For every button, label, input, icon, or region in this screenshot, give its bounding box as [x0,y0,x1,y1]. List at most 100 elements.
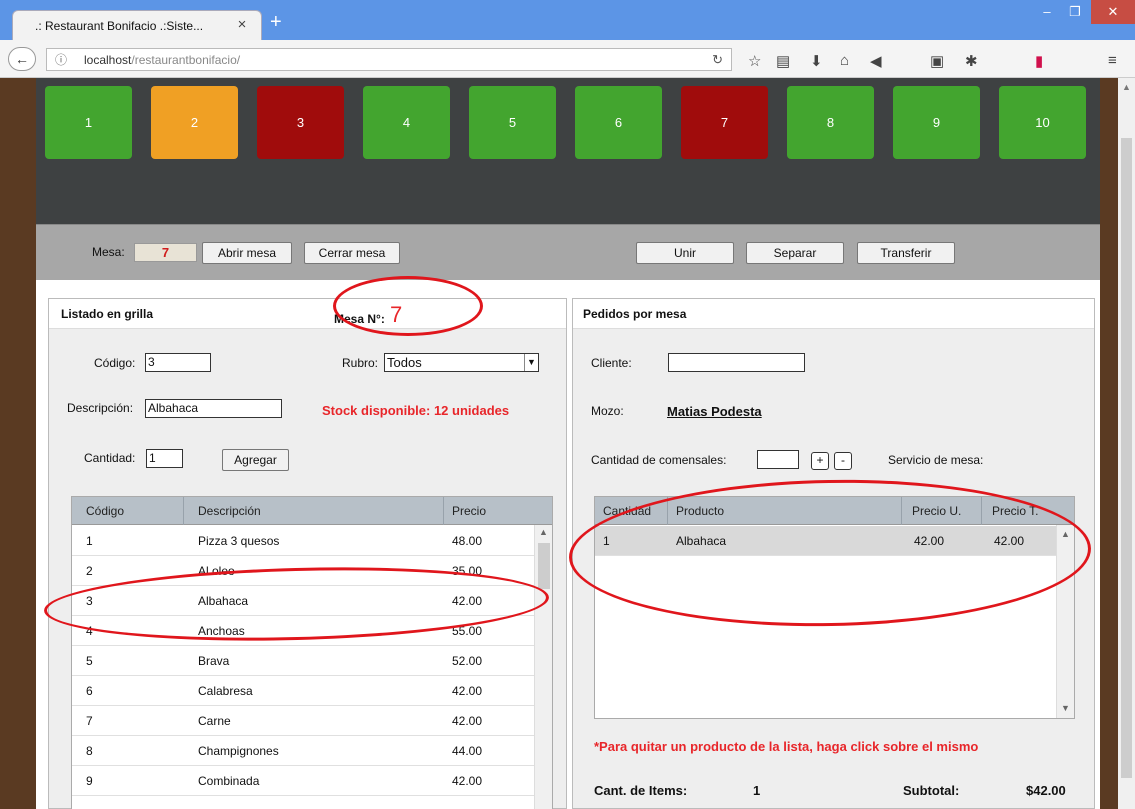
mesa-tile-10[interactable]: 10 [999,86,1086,159]
mesa-label: Mesa: [92,245,125,259]
codigo-cell: 1 [86,534,93,548]
table-row[interactable]: 9 Combinada 42.00 [72,766,534,796]
column-header-precio[interactable]: Precio [444,497,552,525]
precio-cell: 42.00 [452,684,483,698]
mesa-tile-6[interactable]: 6 [575,86,662,159]
page: 1 2 3 4 5 6 7 8 9 10 Mesa: 7 Abrir mesa Cerrar me… [36,78,1100,809]
page-scrollbar[interactable]: ▲ [1118,78,1135,809]
back-arrow-icon[interactable]: ← [8,47,36,71]
mesa-tile-3[interactable]: 3 [257,86,344,159]
quitar-hint: *Para quitar un producto de la lista, ha… [594,739,979,754]
stock-disponible: Stock disponible: 12 unidades [322,403,510,418]
column-header-descripcion[interactable]: Descripción [184,497,444,525]
productos-grid: Código Descripción Precio 1 Pizza 3 queso… [71,496,553,809]
productos-grid-header: Código Descripción Precio [72,497,552,525]
table-row[interactable]: 6 Calabresa 42.00 [72,676,534,706]
close-window-button[interactable]: ✕ [1091,0,1135,24]
items-value: 1 [753,783,761,798]
addon-s-icon[interactable]: ▮ [1035,52,1043,70]
subtotal-label: Subtotal: [903,783,960,798]
plus-button[interactable]: + [811,452,829,470]
mozo-value[interactable]: Matias Podesta [667,404,762,419]
abrir-mesa-button[interactable]: Abrir mesa [202,242,292,264]
mesa-tile-4[interactable]: 4 [363,86,450,159]
subtotal-value: $42.00 [1026,783,1066,798]
mesa-tile-9[interactable]: 9 [893,86,980,159]
page-scroll-up-icon[interactable]: ▲ [1118,82,1135,92]
restore-button[interactable]: ❐ [1061,0,1089,24]
precio-cell: 48.00 [452,534,483,548]
send-icon[interactable]: ◀ [870,52,882,70]
tab-close-icon[interactable]: × [233,16,251,33]
mesa-tile-7[interactable]: 7 [681,86,768,159]
scrollbar-thumb[interactable] [538,543,550,589]
extension-icon[interactable]: ▣ [930,52,944,70]
scroll-up-icon[interactable]: ▲ [535,527,552,537]
unir-button[interactable]: Unir [636,242,734,264]
tab-title: .: Restaurant Bonifacio .:Siste... [35,19,204,33]
descripcion-cell: Carne [198,714,231,728]
transferir-button[interactable]: Transferir [857,242,955,264]
codigo-cell: 9 [86,774,93,788]
rubro-select[interactable]: Todos ▼ [384,353,539,372]
table-row[interactable]: 8 Champignones 44.00 [72,736,534,766]
chevron-down-icon: ▼ [524,354,538,371]
codigo-input[interactable]: 3 [145,353,211,372]
mesa-tile-1[interactable]: 1 [45,86,132,159]
page-scrollbar-thumb[interactable] [1121,138,1132,778]
scroll-down-icon[interactable]: ▼ [1057,703,1074,713]
mesa-number-field[interactable]: 7 [134,243,197,262]
table-row[interactable]: 7 Carne 42.00 [72,706,534,736]
precio-cell: 42.00 [452,774,483,788]
table-row[interactable]: 5 Brava 52.00 [72,646,534,676]
pedidos-header: Pedidos por mesa [573,299,1094,329]
download-icon[interactable]: ⬇ [810,52,823,70]
cliente-input[interactable] [668,353,805,372]
cerrar-mesa-button[interactable]: Cerrar mesa [304,242,400,264]
comensales-label: Cantidad de comensales: [591,453,727,467]
separar-button[interactable]: Separar [746,242,844,264]
url-bar[interactable]: ⓘ localhost/restaurantbonifacio/ ↻ [46,48,732,71]
minus-button[interactable]: - [834,452,852,470]
productos-scrollbar[interactable]: ▲ [534,525,552,809]
control-bar: Mesa: 7 Abrir mesa Cerrar mesa Unir Sepa… [36,224,1100,280]
browser-navbar: ← ⓘ localhost/restaurantbonifacio/ ↻ ☆ ▤… [0,40,1135,78]
codigo-cell: 7 [86,714,93,728]
reload-icon[interactable]: ↻ [712,52,723,68]
codigo-label: Código: [94,356,136,370]
minimize-button[interactable]: – [1033,0,1061,24]
listado-title: Listado en grilla [61,307,154,321]
descripcion-cell: Pizza 3 quesos [198,534,280,548]
descripcion-label: Descripción: [67,401,134,415]
reading-list-icon[interactable]: ▤ [776,52,790,70]
comensales-input[interactable] [757,450,799,469]
mesa-tile-2[interactable]: 2 [151,86,238,159]
descripcion-cell: Combinada [198,774,260,788]
descripcion-cell: Brava [198,654,230,668]
rubro-label: Rubro: [342,356,379,370]
home-icon[interactable]: ⌂ [840,52,849,69]
url-text: localhost/restaurantbonifacio/ [84,53,241,67]
table-row[interactable]: 1 Pizza 3 quesos 48.00 [72,526,534,556]
pedidos-title: Pedidos por mesa [583,307,687,321]
listado-panel: Listado en grilla Mesa N°: 7 Código: 3 R… [48,298,567,809]
items-label: Cant. de Items: [594,783,688,798]
menu-icon[interactable]: ≡ [1108,52,1117,69]
codigo-cell: 6 [86,684,93,698]
browser-tab[interactable]: .: Restaurant Bonifacio .:Siste... × [12,10,262,40]
browser-titlebar: .: Restaurant Bonifacio .:Siste... × + –… [0,0,1135,40]
cantidad-label: Cantidad: [84,451,136,465]
agregar-button[interactable]: Agregar [222,449,289,471]
listado-header: Listado en grilla Mesa N°: 7 [49,299,566,329]
column-header-codigo[interactable]: Código [72,497,184,525]
new-tab-button[interactable]: + [270,11,282,34]
annotation-ellipse-mesa [333,276,483,336]
descripcion-input[interactable]: Albahaca [145,399,282,418]
site-info-icon[interactable]: ⓘ [55,51,67,68]
cantidad-input[interactable]: 1 [146,449,183,468]
descripcion-cell: Champignones [198,744,279,758]
mesa-tile-8[interactable]: 8 [787,86,874,159]
pocket-icon[interactable]: ✱ [965,52,978,70]
mesa-tile-5[interactable]: 5 [469,86,556,159]
bookmark-star-icon[interactable]: ☆ [748,52,761,70]
